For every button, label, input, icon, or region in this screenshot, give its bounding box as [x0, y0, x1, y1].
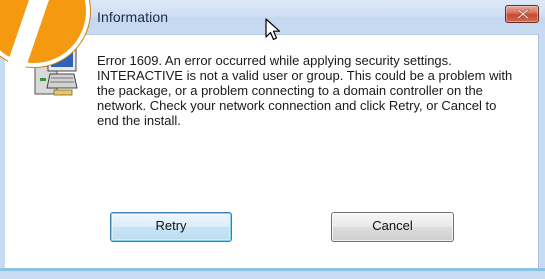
close-icon	[517, 9, 529, 19]
cancel-button[interactable]: Cancel	[331, 212, 454, 242]
screenshot-stage: Information Error 1609. An error occurre…	[0, 0, 545, 279]
window-frame-right	[538, 34, 545, 272]
mouse-pointer-icon	[265, 18, 281, 41]
badge-slash-mark	[6, 0, 49, 67]
close-button[interactable]	[505, 5, 539, 23]
dialog-title: Information	[97, 9, 169, 25]
retry-button[interactable]: Retry	[110, 212, 232, 242]
window-frame-bottom	[0, 268, 545, 279]
error-message: Error 1609. An error occurred while appl…	[97, 53, 513, 128]
